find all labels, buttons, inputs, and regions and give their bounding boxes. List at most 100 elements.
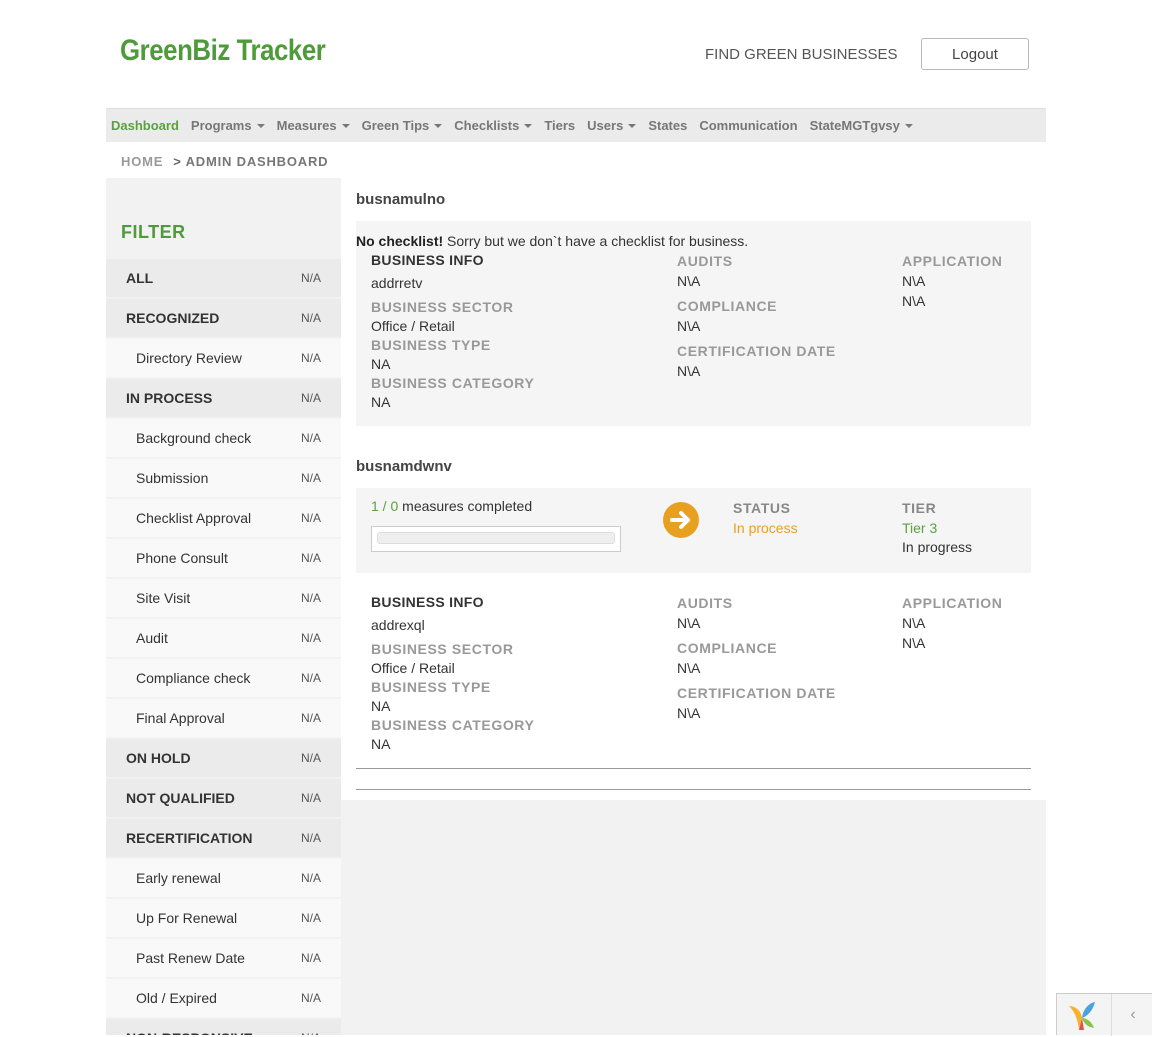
filter-item-old-expired[interactable]: Old / Expired N/A bbox=[106, 979, 341, 1017]
nav-item-label: Communication bbox=[699, 118, 798, 133]
nav-menu: Dashboard Programs Measures Green Tips Check… bbox=[106, 109, 1046, 142]
filter-item-recognized[interactable]: RECOGNIZED N/A bbox=[106, 299, 341, 337]
business-sector-label: BUSINESS SECTOR bbox=[371, 641, 514, 657]
certification-date-value: N\A bbox=[677, 705, 701, 721]
filter-item-count: N/A bbox=[300, 751, 321, 765]
nav-item-statemgtgvsy[interactable]: StateMGTgvsy bbox=[810, 118, 913, 133]
audits-value: N\A bbox=[677, 615, 701, 631]
certification-date-label: CERTIFICATION DATE bbox=[677, 685, 836, 701]
filter-item-label: Compliance check bbox=[136, 670, 251, 686]
business-category-label: BUSINESS CATEGORY bbox=[371, 375, 535, 391]
business-name[interactable]: busnamdwnv bbox=[356, 458, 452, 475]
filter-item-label: Site Visit bbox=[136, 590, 191, 606]
nav-item-programs[interactable]: Programs bbox=[191, 118, 265, 133]
filter-item-count: N/A bbox=[300, 871, 321, 885]
filter-item-submission[interactable]: Submission N/A bbox=[106, 459, 341, 497]
nav-item-label: StateMGTgvsy bbox=[809, 118, 900, 133]
nav-item-green-tips[interactable]: Green Tips bbox=[362, 118, 443, 133]
filter-item-label: IN PROCESS bbox=[126, 390, 213, 406]
filter-item-label: Early renewal bbox=[136, 870, 221, 886]
filter-item-on-hold[interactable]: ON HOLD N/A bbox=[106, 739, 341, 777]
yii-logo-icon[interactable] bbox=[1067, 1000, 1097, 1032]
filter-item-checklist-approval[interactable]: Checklist Approval N/A bbox=[106, 499, 341, 537]
compliance-value: N\A bbox=[677, 318, 701, 334]
nav-item-states[interactable]: States bbox=[648, 118, 687, 133]
find-green-businesses-link[interactable]: FIND GREEN BUSINESSES bbox=[705, 46, 898, 63]
filter-item-count: N/A bbox=[300, 511, 321, 525]
nav-item-communication[interactable]: Communication bbox=[699, 118, 797, 133]
filter-item-past-renew-date[interactable]: Past Renew Date N/A bbox=[106, 939, 341, 977]
content-footer-area bbox=[341, 800, 1046, 1035]
filter-item-label: Checklist Approval bbox=[136, 510, 252, 526]
filter-item-early-renewal[interactable]: Early renewal N/A bbox=[106, 859, 341, 897]
filter-item-site-visit[interactable]: Site Visit N/A bbox=[106, 579, 341, 617]
filter-item-background-check[interactable]: Background check N/A bbox=[106, 419, 341, 457]
business-address: addrretv bbox=[371, 275, 423, 291]
nav-item-users[interactable]: Users bbox=[587, 118, 637, 133]
nav-item-label: Checklists bbox=[454, 118, 520, 133]
filter-item-phone-consult[interactable]: Phone Consult N/A bbox=[106, 539, 341, 577]
filter-item-audit[interactable]: Audit N/A bbox=[106, 619, 341, 657]
business-type: NA bbox=[371, 356, 391, 372]
filter-item-up-for-renewal[interactable]: Up For Renewal N/A bbox=[106, 899, 341, 937]
application-value: N\A bbox=[902, 615, 926, 631]
audits-label: AUDITS bbox=[677, 595, 733, 611]
nav-item-dashboard[interactable]: Dashboard bbox=[111, 118, 179, 133]
filter-item-non-responsive[interactable]: NON-RESPONSIVE N/A bbox=[106, 1019, 341, 1035]
filter-item-label: Audit bbox=[136, 630, 168, 646]
nav-item-tiers[interactable]: Tiers bbox=[544, 118, 575, 133]
filter-item-not-qualified[interactable]: NOT QUALIFIED N/A bbox=[106, 779, 341, 817]
filter-item-label: Final Approval bbox=[136, 710, 225, 726]
breadcrumb-home-link[interactable]: HOME bbox=[121, 154, 163, 169]
filter-item-label: Background check bbox=[136, 430, 252, 446]
filter-item-label: RECOGNIZED bbox=[126, 310, 220, 326]
filter-item-in-process[interactable]: IN PROCESS N/A bbox=[106, 379, 341, 417]
caret-down-icon bbox=[341, 123, 350, 128]
breadcrumb-current: ADMIN DASHBOARD bbox=[185, 154, 329, 169]
filter-item-final-approval[interactable]: Final Approval N/A bbox=[106, 699, 341, 737]
application-label: APPLICATION bbox=[902, 253, 1003, 269]
filter-item-count: N/A bbox=[300, 631, 321, 645]
progress-track bbox=[377, 532, 615, 544]
business-category: NA bbox=[371, 394, 391, 410]
filter-item-compliance-check[interactable]: Compliance check N/A bbox=[106, 659, 341, 697]
business-sector-label: BUSINESS SECTOR bbox=[371, 299, 514, 315]
nav-item-label: Measures bbox=[276, 118, 337, 133]
nav-item-label: Tiers bbox=[544, 118, 576, 133]
filter-list: ALL N/A RECOGNIZED N/A Directory Review N/A IN… bbox=[106, 259, 341, 1035]
filter-item-count: N/A bbox=[300, 431, 321, 445]
filter-item-directory-review[interactable]: Directory Review N/A bbox=[106, 339, 341, 377]
filter-item-label: Up For Renewal bbox=[136, 910, 238, 926]
application-value: N\A bbox=[902, 273, 926, 289]
nav-item-label: Green Tips bbox=[361, 118, 430, 133]
site-logo[interactable]: GreenBiz Tracker bbox=[120, 34, 326, 68]
filter-item-count: N/A bbox=[301, 1031, 321, 1035]
filter-item-all[interactable]: ALL N/A bbox=[106, 259, 341, 297]
filter-item-recertification[interactable]: RECERTIFICATION N/A bbox=[106, 819, 341, 857]
business-name[interactable]: busnamulno bbox=[356, 191, 445, 208]
filter-item-count: N/A bbox=[300, 551, 321, 565]
arrow-right-circle-icon[interactable] bbox=[663, 502, 699, 538]
filter-item-label: ALL bbox=[126, 270, 154, 286]
measures-label: measures completed bbox=[398, 498, 533, 514]
business-type: NA bbox=[371, 698, 391, 714]
measures-progress-bar bbox=[371, 526, 621, 552]
filter-item-label: RECERTIFICATION bbox=[126, 830, 253, 846]
tier-status: In progress bbox=[902, 539, 973, 555]
caret-down-icon bbox=[524, 123, 533, 128]
chevron-left-icon[interactable]: ‹ bbox=[1111, 994, 1152, 1036]
business-info-label: BUSINESS INFO bbox=[371, 594, 484, 610]
filter-item-count: N/A bbox=[300, 911, 321, 925]
divider bbox=[356, 768, 1031, 769]
filter-item-label: Old / Expired bbox=[136, 990, 217, 1006]
filter-item-label: NOT QUALIFIED bbox=[126, 790, 235, 806]
caret-down-icon bbox=[904, 123, 913, 128]
business-progress-card: 1 / 0 measures completed STATUS In proce… bbox=[356, 488, 1031, 573]
nav-item-checklists[interactable]: Checklists bbox=[454, 118, 533, 133]
business-info-label: BUSINESS INFO bbox=[371, 252, 484, 268]
nav-item-measures[interactable]: Measures bbox=[277, 118, 350, 133]
caret-down-icon bbox=[434, 123, 443, 128]
no-checklist-notice: No checklist! Sorry but we don`t have a … bbox=[356, 233, 748, 249]
logout-button[interactable]: Logout bbox=[921, 38, 1029, 70]
business-sector: Office / Retail bbox=[371, 660, 455, 676]
